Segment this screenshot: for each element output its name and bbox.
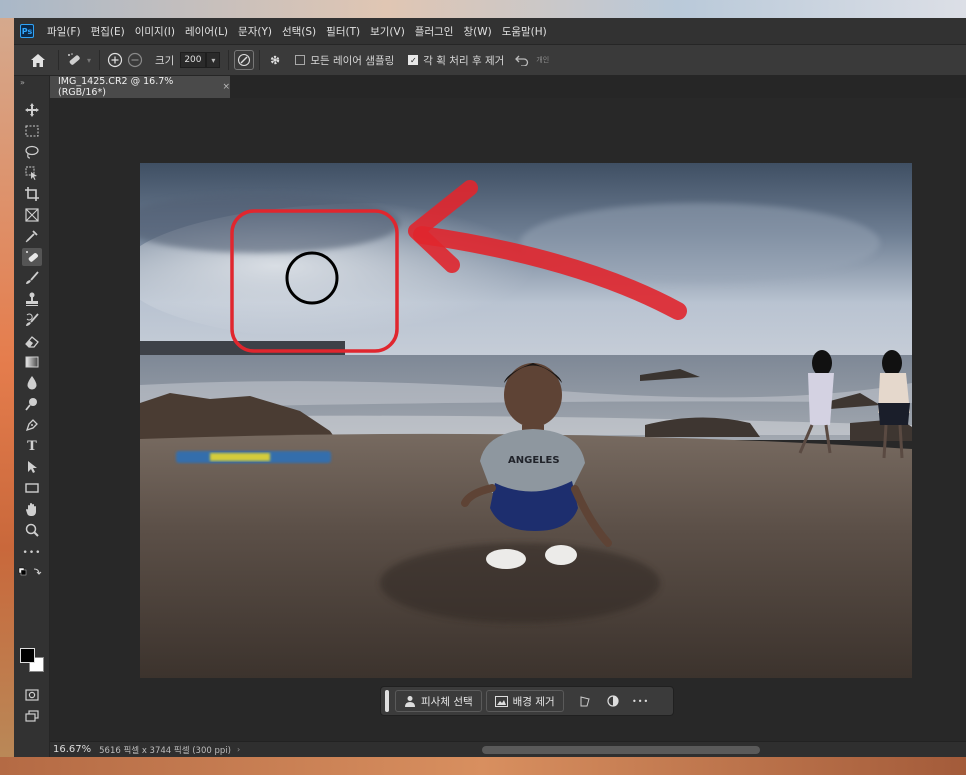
lasso-tool-icon[interactable] [22,143,42,161]
document-info: 5616 픽셀 x 3744 픽셀 (300 ppi) [99,745,231,756]
spot-healing-brush-icon[interactable] [64,50,84,70]
menu-select[interactable]: 선택(S) [277,24,321,39]
adjustment-icon[interactable] [602,690,624,712]
options-separator [58,50,59,70]
spot-healing-brush-tool-icon[interactable] [22,248,42,266]
zoom-tool-icon[interactable] [22,521,42,539]
tools-panel: » T ••• [14,76,50,757]
extra-option-label: 개인 [536,56,550,64]
select-subject-button[interactable]: 피사체 선택 [395,690,482,712]
status-bar: 16.67% 5616 픽셀 x 3744 픽셀 (300 ppi) › [50,741,966,757]
shirt-print: ANGELES [508,455,560,466]
image-icon [494,695,508,707]
collapse-panel-icon[interactable]: » [20,78,25,87]
dodge-tool-icon[interactable] [22,395,42,413]
contextual-task-bar: 피사체 선택 배경 제거 ••• [380,686,674,716]
transform-icon[interactable] [574,690,596,712]
edit-toolbar-icon[interactable]: ••• [22,544,42,562]
foreground-color-swatch[interactable] [20,648,35,663]
status-info-arrow-icon[interactable]: › [237,745,240,754]
brush-tool-icon[interactable] [22,269,42,287]
desktop-wallpaper-left [0,18,14,775]
remove-background-button[interactable]: 배경 제거 [485,690,564,712]
sample-all-layers-checkbox[interactable] [295,55,306,65]
quick-mask-icon[interactable] [22,686,42,704]
close-icon[interactable]: × [222,82,230,92]
blur-tool-icon[interactable] [22,374,42,392]
frame-tool-icon[interactable] [22,206,42,224]
menu-edit[interactable]: 편집(E) [86,24,130,39]
options-bar: ▾ 크기 200 ▾ 모든 레이어 샘플링 ✓ 각 획 처리 후 제거 개인 [14,44,966,76]
menu-help[interactable]: 도움말(H) [497,24,552,39]
crop-tool-icon[interactable] [22,185,42,203]
pressure-icon[interactable] [234,50,255,70]
gradient-tool-icon[interactable] [22,353,42,371]
document-tab-title: IMG_1425.CR2 @ 16.7% (RGB/16*) [58,76,174,98]
settings-icon[interactable] [265,50,285,70]
eraser-tool-icon[interactable] [22,332,42,350]
path-selection-tool-icon[interactable] [22,458,42,476]
menu-filter[interactable]: 필터(T) [321,24,365,39]
remove-after-stroke-checkbox[interactable]: ✓ [408,55,419,65]
history-brush-tool-icon[interactable] [22,311,42,329]
menu-type[interactable]: 문자(Y) [233,24,277,39]
photoshop-window: Ps 파일(F) 편집(E) 이미지(I) 레이어(L) 문자(Y) 선택(S)… [14,18,966,757]
subtract-icon[interactable] [125,50,145,70]
remove-background-label: 배경 제거 [512,695,555,708]
tool-preset-dropdown-icon[interactable]: ▾ [84,50,94,70]
menu-plugins[interactable]: 플러그인 [410,24,459,39]
canvas-area[interactable]: ANGELES 피사체 선택 배경 제거 ••• [50,98,966,741]
undo-icon[interactable] [512,50,532,70]
options-separator [259,50,261,70]
menu-window[interactable]: 창(W) [458,24,496,39]
person-icon [405,696,415,707]
desktop-wallpaper-top [0,0,966,18]
default-colors-icon[interactable] [18,566,42,578]
select-subject-label: 피사체 선택 [421,695,473,708]
photo-canvas[interactable]: ANGELES [140,163,912,678]
pen-tool-icon[interactable] [22,416,42,434]
object-selection-tool-icon[interactable] [22,164,42,182]
eyedropper-tool-icon[interactable] [22,227,42,245]
type-tool-icon[interactable]: T [22,437,42,455]
task-bar-drag-handle[interactable] [385,690,389,712]
photoshop-logo-icon: Ps [20,24,34,38]
remove-after-stroke-label: 각 획 처리 후 제거 [423,54,505,67]
horizontal-scrollbar[interactable] [482,746,760,754]
desktop-wallpaper-bottom [0,757,966,775]
menu-image[interactable]: 이미지(I) [130,24,180,39]
menu-bar: Ps 파일(F) 편집(E) 이미지(I) 레이어(L) 문자(Y) 선택(S)… [14,18,966,44]
document-tab-bar: IMG_1425.CR2 @ 16.7% (RGB/16*) × [50,76,966,98]
clone-stamp-tool-icon[interactable] [22,290,42,308]
menu-layer[interactable]: 레이어(L) [180,24,233,39]
document-tab[interactable]: IMG_1425.CR2 @ 16.7% (RGB/16*) × [50,76,230,98]
beach-photo: ANGELES [140,163,912,678]
move-tool-icon[interactable] [22,101,42,119]
size-input[interactable]: 200 [180,52,207,68]
rectangle-tool-icon[interactable] [22,479,42,497]
menu-view[interactable]: 보기(V) [365,24,410,39]
zoom-level[interactable]: 16.67% [53,744,91,755]
menu-file[interactable]: 파일(F) [42,24,86,39]
add-icon[interactable] [105,50,125,70]
sample-all-layers-label: 모든 레이어 샘플링 [310,54,395,67]
hand-tool-icon[interactable] [22,500,42,518]
screen-mode-icon[interactable] [22,707,42,725]
size-label: 크기 [155,54,175,67]
size-dropdown-icon[interactable]: ▾ [206,52,221,68]
options-separator [228,50,230,70]
more-options-icon[interactable]: ••• [630,690,652,712]
options-separator [99,50,100,70]
marquee-tool-icon[interactable] [22,122,42,140]
home-icon[interactable] [28,50,48,70]
